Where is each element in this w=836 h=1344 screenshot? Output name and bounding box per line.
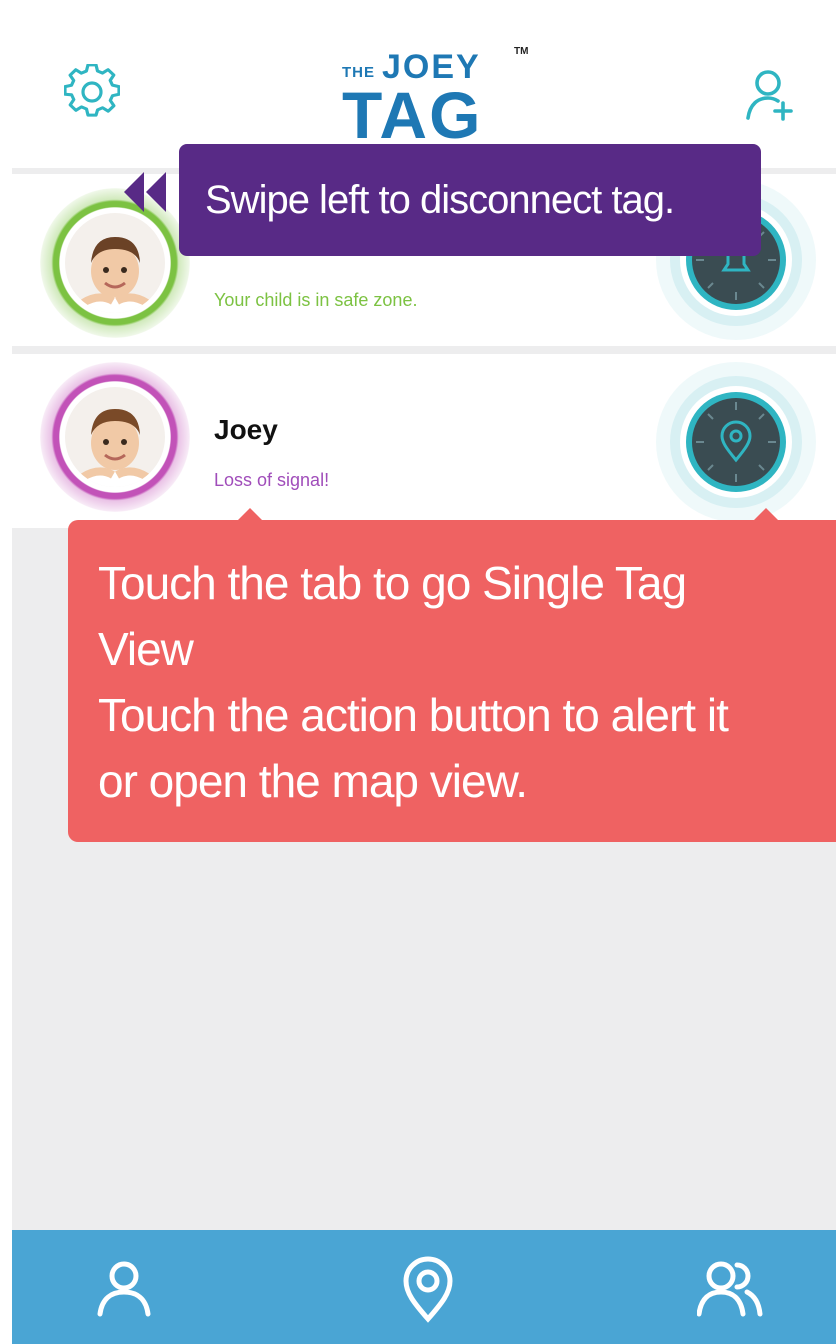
touch-hint-line: Touch the action button to alert it bbox=[98, 689, 729, 741]
location-pin-icon bbox=[656, 362, 816, 522]
settings-button[interactable] bbox=[64, 64, 120, 120]
tag-status: Your child is in safe zone. bbox=[214, 290, 418, 310]
users-group-icon bbox=[697, 1261, 763, 1317]
swipe-hint-text: Swipe left to disconnect tag. bbox=[205, 177, 675, 222]
nav-map-button[interactable] bbox=[386, 1246, 470, 1330]
swipe-left-arrows-icon bbox=[124, 172, 166, 212]
user-icon bbox=[97, 1261, 151, 1317]
logo-tag: TAG bbox=[342, 78, 483, 152]
tooltip-pointer bbox=[754, 508, 778, 520]
nav-group-button[interactable] bbox=[688, 1246, 772, 1330]
map-pin-icon bbox=[403, 1256, 453, 1323]
add-user-icon bbox=[746, 70, 793, 121]
avatar-ring bbox=[40, 362, 190, 512]
tag-name: Joey bbox=[214, 414, 278, 445]
tag-status: Loss of signal! bbox=[214, 470, 330, 490]
nav-profile-button[interactable] bbox=[82, 1246, 166, 1330]
add-user-button[interactable] bbox=[738, 62, 802, 126]
bottom-nav bbox=[12, 1230, 836, 1344]
logo-trademark: TM bbox=[514, 46, 529, 57]
touch-hint-line: or open the map view. bbox=[98, 755, 528, 807]
touch-hint-line: View bbox=[98, 623, 194, 675]
touch-hint-tooltip: Touch the tab to go Single Tag View Touc… bbox=[68, 520, 836, 842]
app-screen: THE JOEY TM TAG Your child is in safe zo… bbox=[12, 8, 836, 1344]
tag-row-2[interactable]: Joey Loss of signal! bbox=[12, 354, 836, 528]
avatar bbox=[65, 213, 165, 313]
touch-hint-line: Touch the tab to go Single Tag bbox=[98, 557, 687, 609]
swipe-hint-tooltip: Swipe left to disconnect tag. bbox=[179, 144, 761, 256]
tooltip-pointer bbox=[238, 508, 262, 520]
joey-tag-logo: THE JOEY TM TAG bbox=[342, 44, 532, 150]
gear-icon bbox=[64, 64, 120, 117]
map-action-button[interactable] bbox=[654, 360, 818, 524]
avatar bbox=[65, 387, 165, 487]
